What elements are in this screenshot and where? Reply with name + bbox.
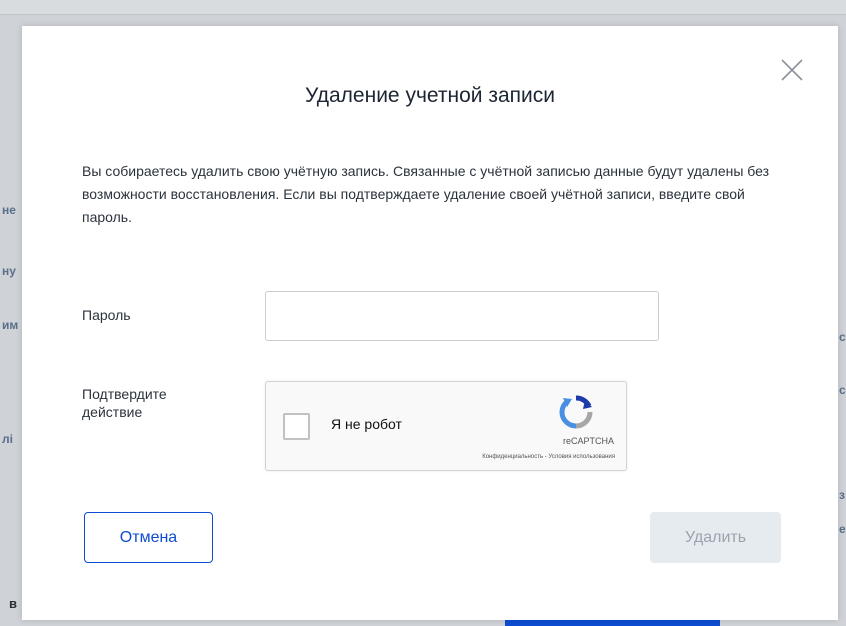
background-text-fragment: з — [839, 488, 845, 502]
background-text-fragment: лі — [2, 432, 13, 446]
background-text-fragment: е — [839, 522, 846, 536]
recaptcha-links[interactable]: Конфиденциальность - Условия использован… — [366, 454, 615, 460]
cancel-button[interactable]: Отмена — [84, 512, 213, 563]
confirm-action-label: Подтвердите действие — [82, 386, 167, 420]
background-button-edge — [505, 620, 720, 626]
recaptcha-brand: reCAPTCHA — [562, 436, 614, 446]
background-header — [0, 0, 846, 15]
background-text-fragment: с — [839, 383, 846, 397]
recaptcha-logo-icon — [558, 394, 594, 430]
password-input[interactable] — [265, 291, 659, 341]
recaptcha-widget: Я не робот reCAPTCHA Конфиденциальность … — [265, 381, 627, 471]
background-text-fragment: в — [9, 596, 17, 611]
recaptcha-checkbox[interactable] — [283, 413, 310, 440]
background-text-fragment: им — [2, 318, 19, 332]
background-text-fragment: не — [2, 203, 16, 217]
delete-button[interactable]: Удалить — [650, 512, 781, 563]
dialog-description: Вы собираетесь удалить свою учётную запи… — [82, 163, 770, 225]
background-text-fragment: с — [839, 330, 846, 344]
background-text-fragment: ну — [2, 264, 16, 278]
dialog-title: Удаление учетной записи — [305, 84, 555, 107]
recaptcha-label: Я не робот — [331, 416, 402, 432]
close-icon[interactable] — [781, 59, 803, 81]
password-label: Пароль — [82, 307, 131, 323]
